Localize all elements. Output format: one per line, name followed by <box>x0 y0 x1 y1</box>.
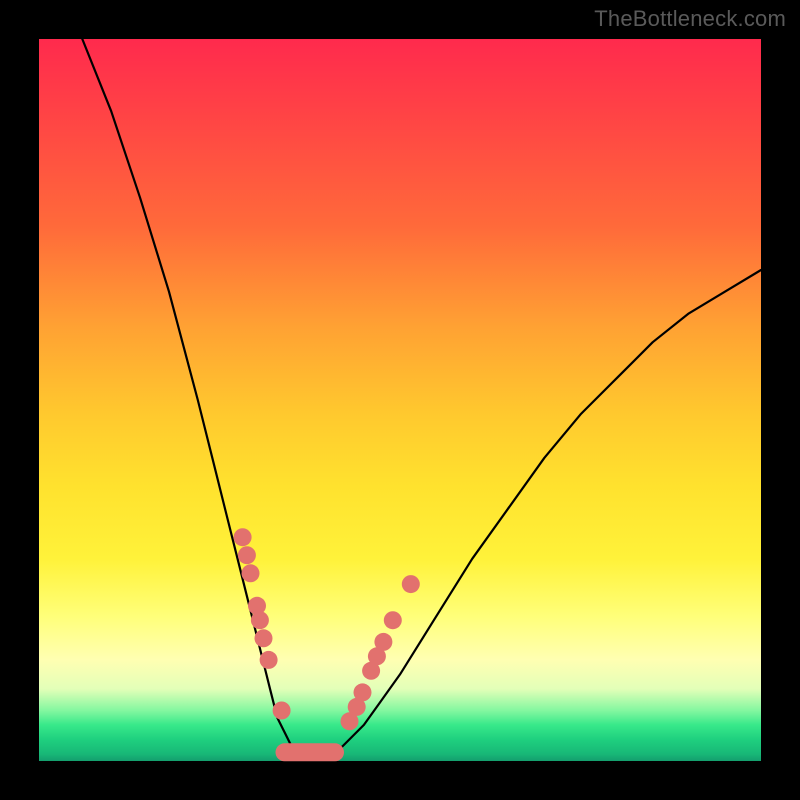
markers-left-group <box>234 528 291 719</box>
marker-left-2 <box>242 564 260 582</box>
marker-right-2 <box>354 683 372 701</box>
marker-right-6 <box>384 611 402 629</box>
marker-left-1 <box>238 546 256 564</box>
marker-right-5 <box>374 633 392 651</box>
bottleneck-curve <box>82 39 761 754</box>
chart-svg <box>39 39 761 761</box>
plot-area <box>39 39 761 761</box>
marker-left-4 <box>251 611 269 629</box>
marker-left-6 <box>260 651 278 669</box>
markers-right-group <box>341 575 420 730</box>
marker-left-5 <box>255 629 273 647</box>
chart-frame: TheBottleneck.com <box>0 0 800 800</box>
marker-left-0 <box>234 528 252 546</box>
marker-left-7 <box>273 702 291 720</box>
marker-right-7 <box>402 575 420 593</box>
watermark-text: TheBottleneck.com <box>594 6 786 32</box>
